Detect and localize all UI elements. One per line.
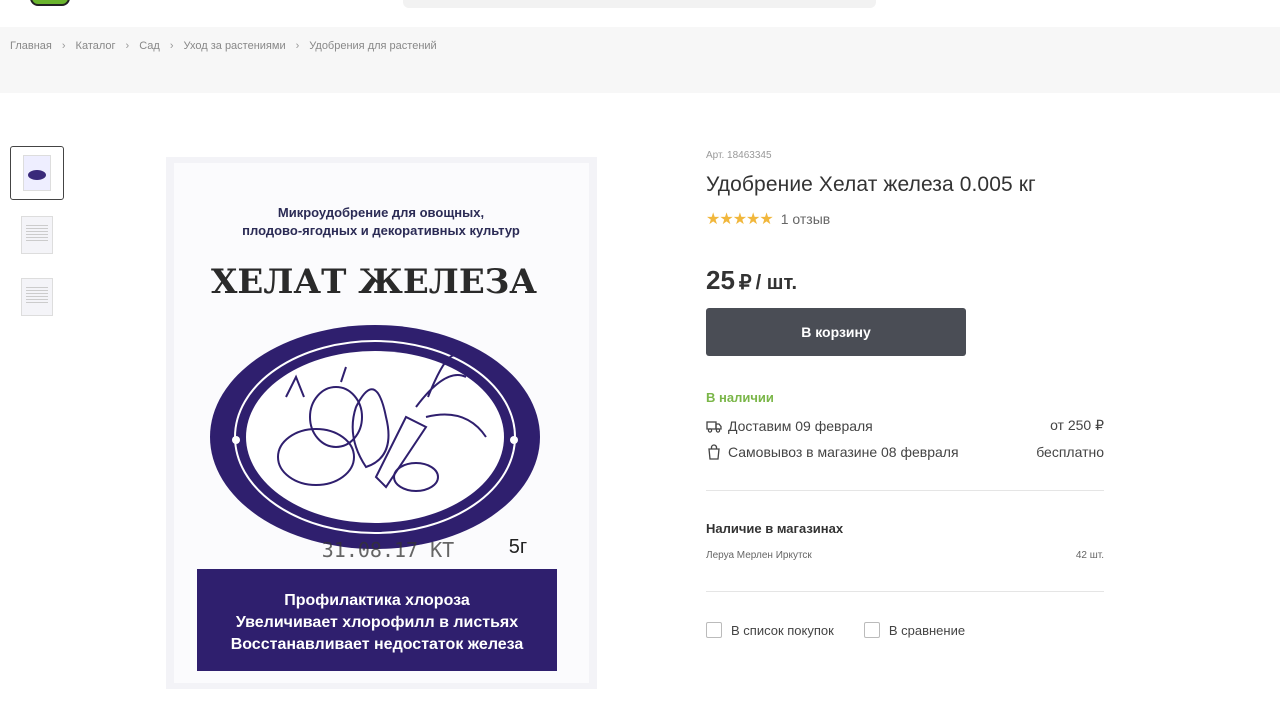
thumbnail-image bbox=[21, 278, 53, 316]
shopping-bag-icon bbox=[706, 444, 722, 460]
thumbnail-1[interactable] bbox=[10, 146, 64, 200]
breadcrumb-item[interactable]: Каталог bbox=[76, 40, 116, 52]
package-stamp: 31.08.17 КТ bbox=[322, 538, 454, 562]
chevron-right-icon: › bbox=[169, 40, 174, 52]
delivery-price: от 250 ₽ bbox=[1050, 417, 1104, 433]
checkbox-icon[interactable] bbox=[706, 622, 722, 638]
package-band-line3: Восстанавливает недостаток железа bbox=[231, 636, 524, 653]
pickup-label: Самовывоз в магазине 08 февраля bbox=[728, 444, 959, 460]
chevron-right-icon: › bbox=[125, 40, 130, 52]
rating-stars-icon: ★★★★★ bbox=[706, 211, 774, 228]
thumbnail-image bbox=[23, 155, 51, 191]
chevron-right-icon: › bbox=[295, 40, 300, 52]
shopping-list-label: В список покупок bbox=[731, 622, 834, 638]
breadcrumb-item[interactable]: Сад bbox=[139, 40, 160, 52]
divider bbox=[706, 490, 1104, 491]
stock-status: В наличии bbox=[706, 390, 774, 405]
product-actions: В список покупок В сравнение bbox=[706, 622, 1106, 638]
package-text-line1: Микроудобрение для овощных, bbox=[278, 205, 484, 220]
price-unit: / шт. bbox=[755, 272, 798, 294]
shopping-list-checkbox[interactable]: В список покупок bbox=[706, 622, 834, 638]
breadcrumb-item[interactable]: Удобрения для растений bbox=[309, 40, 436, 52]
thumbnail-image bbox=[21, 216, 53, 254]
add-to-cart-button[interactable]: В корзину bbox=[706, 308, 966, 356]
breadcrumb-item[interactable]: Уход за растениями bbox=[184, 40, 286, 52]
package-product-name: ХЕЛАТ ЖЕЛЕЗА bbox=[211, 262, 537, 302]
checkbox-icon[interactable] bbox=[863, 622, 880, 638]
product-sku: Арт. 18463345 bbox=[706, 150, 772, 161]
breadcrumb-bar: Главная › Каталог › Сад › Уход за растен… bbox=[0, 27, 1280, 93]
store-quantity: 42 шт. bbox=[1075, 550, 1104, 561]
package-band-line2: Увеличивает хлорофилл в листьях bbox=[236, 614, 518, 631]
package-weight: 5г bbox=[509, 536, 527, 558]
pickup-row: Самовывоз в магазине 08 февраля бесплатн… bbox=[706, 444, 1104, 460]
package-band-line1: Профилактика хлороза bbox=[284, 592, 470, 609]
breadcrumb-item[interactable]: Главная bbox=[10, 40, 52, 52]
breadcrumb: Главная › Каталог › Сад › Уход за растен… bbox=[10, 40, 437, 52]
thumbnail-2[interactable] bbox=[10, 208, 64, 262]
store-name: Леруа Мерлен Иркутск bbox=[706, 550, 812, 561]
compare-label: В сравнение bbox=[888, 622, 966, 638]
product-image[interactable]: Микроудобрение для овощных, плодово-ягод… bbox=[166, 157, 597, 689]
price-value: 25 bbox=[706, 265, 735, 295]
product-price: 25 ₽ / шт. bbox=[706, 265, 1106, 296]
logo[interactable] bbox=[30, 0, 70, 6]
thumbnail-gallery bbox=[10, 146, 66, 332]
product-info: Арт. 18463345 Удобрение Хелат железа 0.0… bbox=[706, 150, 1106, 638]
delivery-row: Доставим 09 февраля от 250 ₽ bbox=[706, 417, 1104, 434]
top-header bbox=[0, 0, 1280, 27]
divider bbox=[706, 591, 1104, 592]
package-text-line2: плодово-ягодных и декоративных культур bbox=[242, 223, 520, 238]
pickup-price: бесплатно bbox=[1036, 444, 1104, 460]
thumbnail-3[interactable] bbox=[10, 270, 64, 324]
product-rating: ★★★★★ 1 отзыв bbox=[706, 209, 1106, 229]
delivery-label: Доставим 09 февраля bbox=[728, 417, 873, 434]
stores-title[interactable]: Наличие в магазинах bbox=[706, 521, 1106, 536]
reviews-link[interactable]: 1 отзыв bbox=[781, 211, 831, 227]
price-currency: ₽ bbox=[738, 272, 752, 294]
compare-checkbox[interactable]: В сравнение bbox=[863, 622, 966, 638]
search-input[interactable] bbox=[403, 0, 876, 8]
store-row[interactable]: Леруа Мерлен Иркутск 42 шт. bbox=[706, 550, 1104, 561]
chevron-right-icon: › bbox=[61, 40, 66, 52]
product-title: Удобрение Хелат железа 0.005 кг bbox=[706, 173, 1036, 196]
truck-icon bbox=[706, 418, 722, 434]
